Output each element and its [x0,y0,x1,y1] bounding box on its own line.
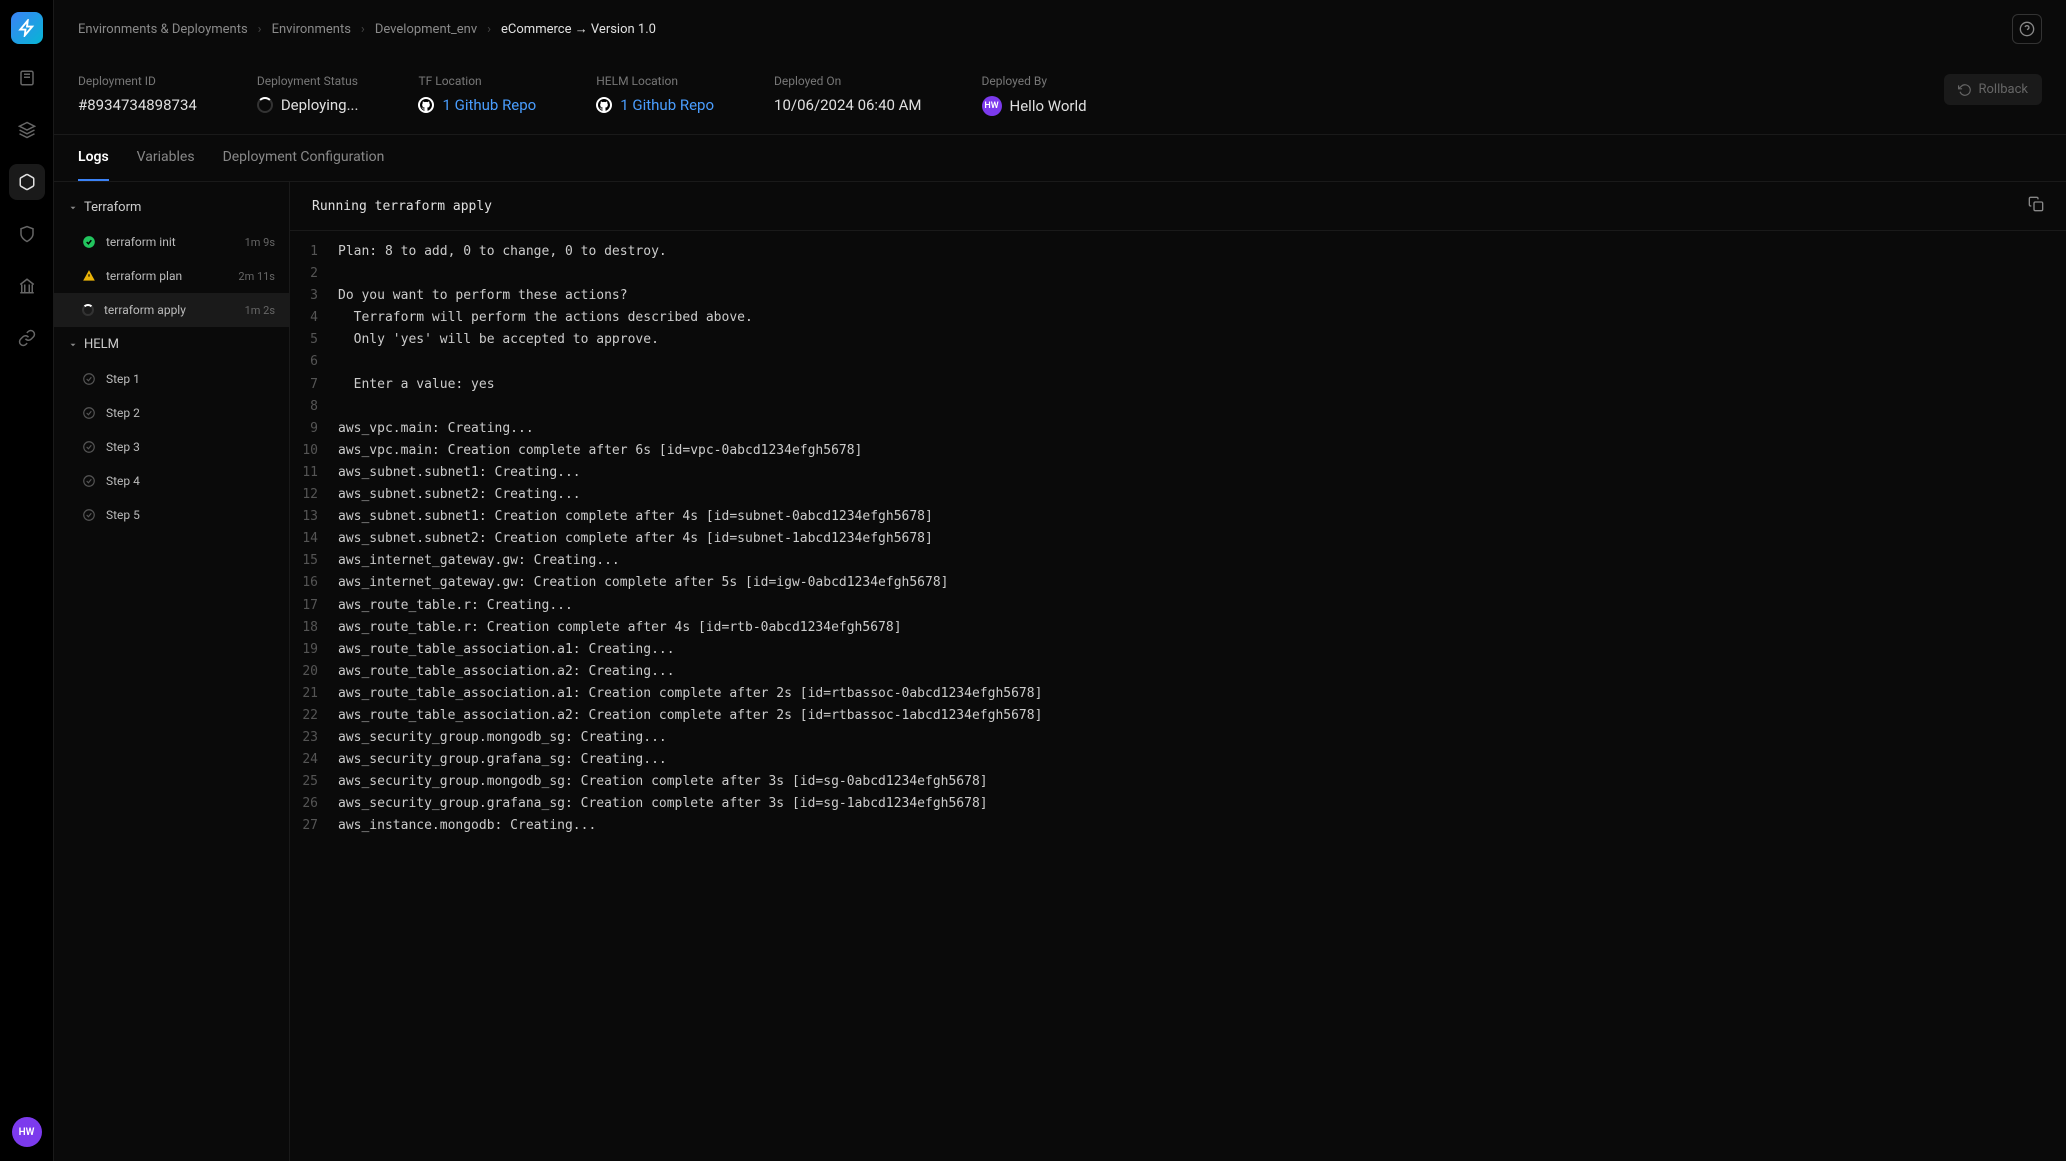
log-line: 3Do you want to perform these actions? [290,285,2066,307]
log-line: 4 Terraform will perform the actions des… [290,307,2066,329]
breadcrumb: Environments & Deployments › Environment… [54,0,2066,58]
rail-item-shield[interactable] [9,216,45,252]
step-row[interactable]: terraform plan2m 11s [54,259,289,293]
log-line: 21aws_route_table_association.a1: Creati… [290,683,2066,705]
chevron-down-icon [68,340,78,350]
deployment-id: #8934734898734 [78,96,197,114]
helm-repo-link[interactable]: 1 Github Repo [620,96,714,114]
log-line: 1Plan: 8 to add, 0 to change, 0 to destr… [290,241,2066,263]
breadcrumb-item[interactable]: Development_env [375,22,477,37]
log-body[interactable]: 1Plan: 8 to add, 0 to change, 0 to destr… [290,231,2066,1161]
log-line: 22aws_route_table_association.a2: Creati… [290,705,2066,727]
step-row[interactable]: terraform apply1m 2s [54,293,289,327]
tab-deployment-config[interactable]: Deployment Configuration [223,135,385,181]
step-row[interactable]: Step 4 [54,464,289,498]
breadcrumb-item[interactable]: Environments & Deployments [78,22,248,37]
log-line: 23aws_security_group.mongodb_sg: Creatin… [290,727,2066,749]
log-line: 24aws_security_group.grafana_sg: Creatin… [290,749,2066,771]
log-line: 7 Enter a value: yes [290,374,2066,396]
meta-label: TF Location [418,74,536,88]
tabs: Logs Variables Deployment Configuration [54,135,2066,182]
log-line: 18aws_route_table.r: Creation complete a… [290,617,2066,639]
log-line: 6 [290,351,2066,373]
spinner-icon [257,97,273,113]
log-line: 14aws_subnet.subnet2: Creation complete … [290,528,2066,550]
log-line: 13aws_subnet.subnet1: Creation complete … [290,506,2066,528]
helm-location: 1 Github Repo [596,96,714,114]
github-icon [418,97,434,113]
deployment-meta: Deployment ID #8934734898734 Deployment … [54,58,2066,135]
step-row[interactable]: Step 1 [54,362,289,396]
step-panel: Terraformterraform init1m 9sterraform pl… [54,182,290,1161]
rollback-button[interactable]: Rollback [1944,74,2042,105]
log-line: 11aws_subnet.subnet1: Creating... [290,462,2066,484]
step-row[interactable]: terraform init1m 9s [54,225,289,259]
log-line: 25aws_security_group.mongodb_sg: Creatio… [290,771,2066,793]
tf-location: 1 Github Repo [418,96,536,114]
step-group-header[interactable]: HELM [54,327,289,362]
deployment-status: Deploying... [257,96,359,114]
avatar: HW [982,96,1002,116]
log-line: 2 [290,263,2066,285]
meta-label: Deployed By [982,74,1087,88]
meta-label: Deployment Status [257,74,359,88]
chevron-right-icon: › [361,22,365,37]
left-rail: HW [0,0,54,1161]
log-line: 20aws_route_table_association.a2: Creati… [290,661,2066,683]
log-line: 12aws_subnet.subnet2: Creating... [290,484,2066,506]
rail-item-governance[interactable] [9,268,45,304]
rail-item-layers[interactable] [9,112,45,148]
help-button[interactable] [2012,14,2042,44]
chevron-down-icon [68,203,78,213]
log-line: 27aws_instance.mongodb: Creating... [290,815,2066,837]
meta-label: Deployed On [774,74,922,88]
log-line: 5 Only 'yes' will be accepted to approve… [290,329,2066,351]
tab-variables[interactable]: Variables [137,135,195,181]
log-line: 19aws_route_table_association.a1: Creati… [290,639,2066,661]
meta-label: HELM Location [596,74,714,88]
meta-label: Deployment ID [78,74,197,88]
step-row[interactable]: Step 5 [54,498,289,532]
chevron-right-icon: › [487,22,491,37]
deployed-by: HW Hello World [982,96,1087,116]
step-row[interactable]: Step 3 [54,430,289,464]
rail-item-link[interactable] [9,320,45,356]
log-line: 17aws_route_table.r: Creating... [290,595,2066,617]
user-avatar[interactable]: HW [12,1117,42,1147]
log-line: 16aws_internet_gateway.gw: Creation comp… [290,572,2066,594]
log-line: 26aws_security_group.grafana_sg: Creatio… [290,793,2066,815]
copy-button[interactable] [2028,196,2044,216]
rail-item-device[interactable] [9,60,45,96]
step-row[interactable]: Step 2 [54,396,289,430]
step-group-header[interactable]: Terraform [54,190,289,225]
log-line: 8 [290,396,2066,418]
log-line: 10aws_vpc.main: Creation complete after … [290,440,2066,462]
breadcrumb-item[interactable]: Environments [272,22,351,37]
tab-logs[interactable]: Logs [78,135,109,181]
rail-item-hexagon[interactable] [9,164,45,200]
log-header: Running terraform apply [290,182,2066,231]
breadcrumb-current: eCommerce → Version 1.0 [501,21,656,37]
github-icon [596,97,612,113]
app-logo[interactable] [11,12,43,44]
log-line: 15aws_internet_gateway.gw: Creating... [290,550,2066,572]
chevron-right-icon: › [258,22,262,37]
tf-repo-link[interactable]: 1 Github Repo [442,96,536,114]
log-title: Running terraform apply [312,199,492,214]
log-line: 9aws_vpc.main: Creating... [290,418,2066,440]
deployed-on: 10/06/2024 06:40 AM [774,96,922,114]
